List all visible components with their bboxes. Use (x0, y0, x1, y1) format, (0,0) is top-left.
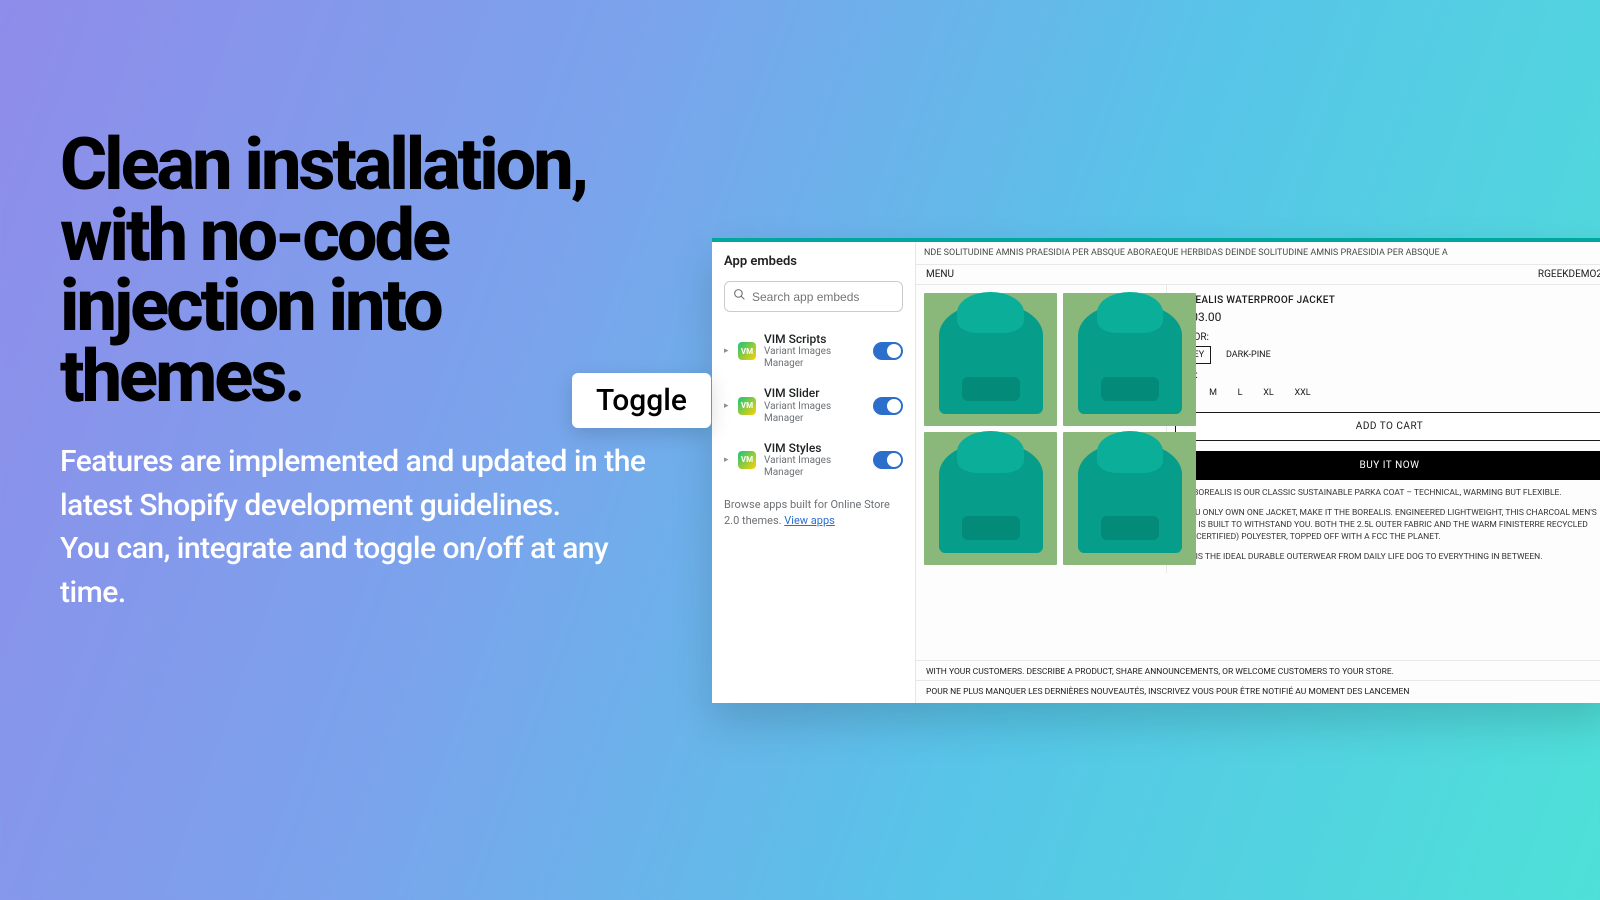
product-gallery (916, 285, 1166, 573)
product-price: ₦103.00 (1175, 310, 1600, 324)
headline: Clean installation, with no-code injecti… (60, 130, 680, 412)
app-embeds-panel: App embeds ▸ VM VIM Scripts Variant Imag… (712, 242, 916, 703)
chevron-right-icon: ▸ (724, 401, 730, 411)
embed-toggle[interactable] (873, 342, 903, 360)
store-preview: NDE SOLITUDINE AMNIS PRAESIDIA PER ABSQU… (916, 242, 1600, 703)
search-input[interactable] (752, 290, 894, 304)
embed-manager: Variant Images Manager (764, 455, 865, 479)
view-apps-link[interactable]: View apps (784, 514, 835, 527)
size-option[interactable]: XL (1257, 385, 1280, 401)
embed-toggle[interactable] (873, 397, 903, 415)
embed-manager: Variant Images Manager (764, 346, 865, 370)
menu-link[interactable]: MENU (926, 269, 954, 280)
embed-manager: Variant Images Manager (764, 401, 865, 425)
size-option[interactable]: L (1232, 385, 1249, 401)
embed-row[interactable]: ▸ VM VIM Styles Variant Images Manager (724, 433, 903, 487)
editor-mockup: App embeds ▸ VM VIM Scripts Variant Imag… (712, 238, 1600, 703)
product-thumb[interactable] (924, 293, 1057, 426)
buy-now-button[interactable]: BUY IT NOW (1175, 451, 1600, 480)
app-embeds-title: App embeds (724, 254, 903, 269)
browse-apps-text: Browse apps built for Online Store 2.0 t… (724, 497, 903, 528)
app-icon: VM (738, 342, 756, 360)
announcement-bar: NDE SOLITUDINE AMNIS PRAESIDIA PER ABSQU… (916, 242, 1600, 265)
embed-toggle[interactable] (873, 451, 903, 469)
product-desc: THE BOREALIS IS OUR CLASSIC SUSTAINABLE … (1175, 488, 1600, 500)
search-app-embeds[interactable] (724, 281, 903, 312)
product-desc: IF YOU ONLY OWN ONE JACKET, MAKE IT THE … (1175, 508, 1600, 544)
app-icon: VM (738, 397, 756, 415)
embed-row[interactable]: ▸ VM VIM Scripts Variant Images Manager (724, 324, 903, 378)
embed-name: VIM Styles (764, 441, 865, 455)
size-label: SIZE: (1175, 370, 1600, 381)
add-to-cart-button[interactable]: ADD TO CART (1175, 412, 1600, 441)
product-thumb[interactable] (1063, 432, 1196, 565)
footer-text: POUR NE PLUS MANQUER LES DERNIÈRES NOUVE… (916, 680, 1600, 703)
embed-name: VIM Slider (764, 386, 865, 400)
size-option[interactable]: XXL (1289, 385, 1317, 401)
product-info: BOREALIS WATERPROOF JACKET ₦103.00 COLOR… (1166, 285, 1600, 573)
search-icon (733, 288, 746, 305)
embed-row[interactable]: ▸ VM VIM Slider Variant Images Manager (724, 378, 903, 432)
color-label: COLOR: (1175, 332, 1600, 343)
product-thumb[interactable] (1063, 293, 1196, 426)
subcopy: Features are implemented and updated in … (60, 440, 680, 614)
product-thumb[interactable] (924, 432, 1057, 565)
product-title: BOREALIS WATERPROOF JACKET (1175, 295, 1600, 306)
toggle-callout: Toggle (572, 373, 711, 428)
color-option[interactable]: DARK-PINE (1220, 347, 1277, 363)
embed-name: VIM Scripts (764, 332, 865, 346)
store-name: RGEEKDEMO2 (1538, 269, 1600, 280)
chevron-right-icon: ▸ (724, 455, 730, 465)
chevron-right-icon: ▸ (724, 346, 730, 356)
product-desc: THIS IS THE IDEAL DURABLE OUTERWEAR FROM… (1175, 552, 1600, 564)
size-option[interactable]: M (1203, 385, 1223, 401)
app-icon: VM (738, 451, 756, 469)
